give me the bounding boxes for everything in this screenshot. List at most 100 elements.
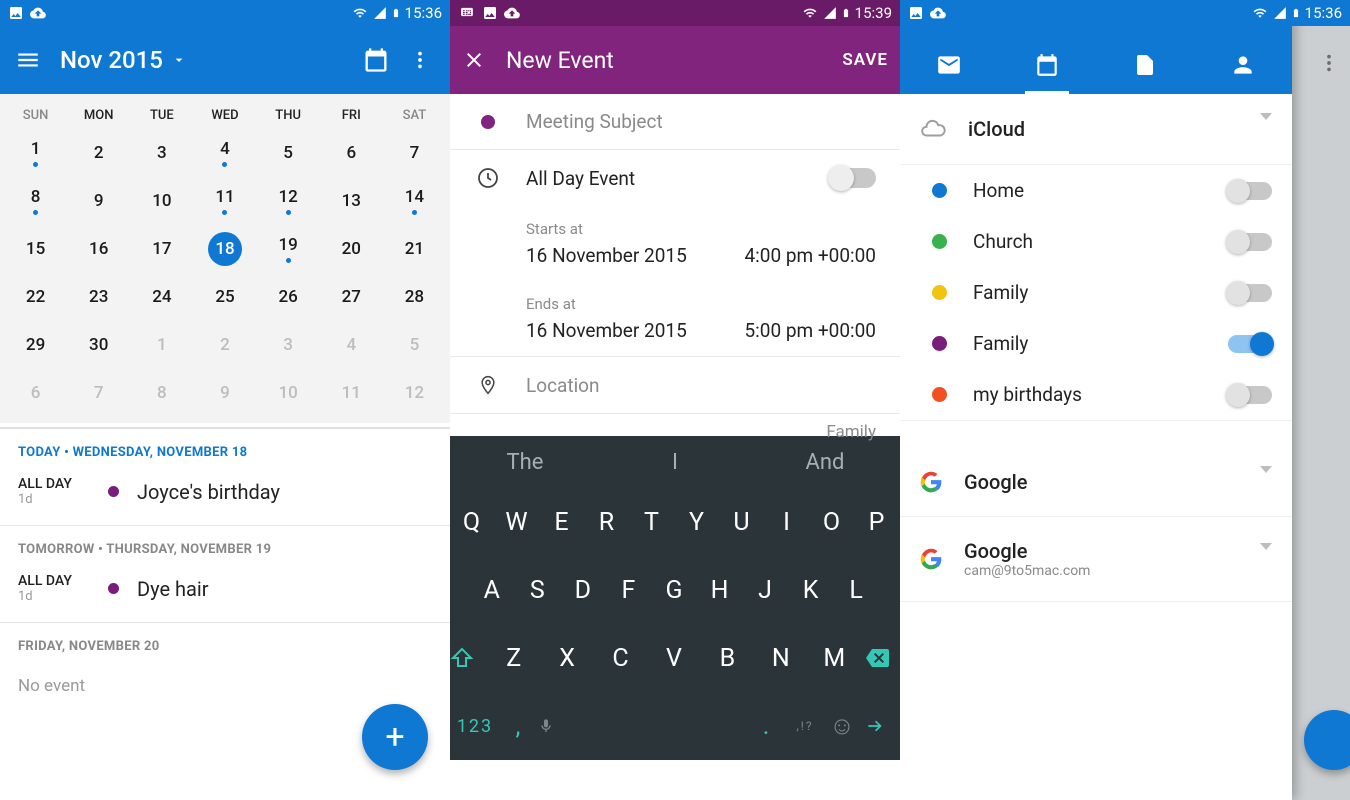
emoji-key[interactable]: ☺ (824, 712, 862, 741)
calendar-day[interactable]: 12 (383, 369, 446, 417)
calendar-day[interactable]: 1 (130, 321, 193, 369)
calendar-day[interactable]: 27 (320, 273, 383, 321)
calendar-day[interactable]: 1 (4, 129, 67, 177)
calendar-day[interactable]: 10 (257, 369, 320, 417)
scrim-background[interactable] (1292, 0, 1350, 800)
calendar-day[interactable]: 29 (4, 321, 67, 369)
new-event-fab[interactable] (1304, 710, 1350, 770)
keyboard-key[interactable]: J (747, 576, 785, 605)
calendar-day[interactable]: 28 (383, 273, 446, 321)
keyboard-key[interactable]: C (603, 644, 641, 673)
enter-key[interactable] (862, 716, 900, 736)
keyboard-suggestion[interactable]: I (600, 450, 750, 475)
calendar-day[interactable]: 21 (383, 225, 446, 273)
calendar-day[interactable]: 2 (67, 129, 130, 177)
calendar-toggle[interactable] (1228, 335, 1272, 353)
keyboard-key[interactable]: F (610, 576, 648, 605)
keyboard-key[interactable]: S (519, 576, 557, 605)
keyboard[interactable]: TheIAnd QWERTYUIOP ASDFGHJKL ZXCVBNM 123… (450, 436, 900, 760)
tab-calendar[interactable]: 18 (1007, 52, 1087, 94)
calendar-day[interactable]: 11 (193, 177, 256, 225)
calendar-day[interactable]: 3 (257, 321, 320, 369)
account-header[interactable]: Google (900, 448, 1292, 517)
period-key[interactable]: . (748, 712, 786, 741)
subject-field[interactable]: Meeting Subject (450, 94, 900, 150)
calendar-day[interactable]: 5 (257, 129, 320, 177)
calendar-day[interactable]: 7 (67, 369, 130, 417)
calendar-day[interactable]: 13 (320, 177, 383, 225)
location-field[interactable]: Location (450, 357, 900, 414)
calendar-day[interactable]: 10 (130, 177, 193, 225)
keyboard-key[interactable]: B (709, 644, 747, 673)
end-time-row[interactable]: Ends at 16 November 2015 5:00 pm +00:00 (450, 295, 900, 356)
keyboard-row[interactable]: 123 , . ,!? ☺ (450, 692, 900, 760)
keyboard-key[interactable]: H (702, 576, 740, 605)
tab-mail[interactable] (909, 52, 989, 94)
calendar-day[interactable]: 11 (320, 369, 383, 417)
calendar-toggle[interactable] (1228, 233, 1272, 251)
calendar-day[interactable]: 20 (320, 225, 383, 273)
agenda-event[interactable]: ALL DAY 1d Joyce's birthday (0, 470, 450, 525)
shift-key[interactable] (450, 646, 488, 670)
keyboard-row[interactable]: QWERTYUIOP (450, 488, 900, 556)
calendar-day[interactable]: 3 (130, 129, 193, 177)
calendar-day[interactable]: 15 (4, 225, 67, 273)
calendar-day[interactable]: 22 (4, 273, 67, 321)
calendar-day[interactable]: 6 (320, 129, 383, 177)
calendar-day[interactable]: 6 (4, 369, 67, 417)
calendar-day[interactable]: 17 (130, 225, 193, 273)
start-time-row[interactable]: Starts at 16 November 2015 4:00 pm +00:0… (450, 220, 900, 281)
calendar-day[interactable]: 14 (383, 177, 446, 225)
save-button[interactable]: SAVE (842, 50, 888, 70)
calendar-grid[interactable]: 1234567891011121314151617181920212223242… (0, 129, 450, 423)
keyboard-key[interactable]: M (816, 644, 854, 673)
account-header[interactable]: Googlecam@9to5mac.com (900, 517, 1292, 602)
keyboard-row[interactable]: ZXCVBNM (450, 624, 900, 692)
calendar-day[interactable]: 5 (383, 321, 446, 369)
keyboard-suggestions[interactable]: TheIAnd (450, 436, 900, 488)
keyboard-row[interactable]: ASDFGHJKL (450, 556, 900, 624)
menu-icon[interactable] (8, 47, 48, 73)
calendar-day[interactable]: 7 (383, 129, 446, 177)
keyboard-key[interactable]: D (565, 576, 603, 605)
mic-key[interactable] (538, 716, 576, 736)
keyboard-key[interactable]: R (589, 508, 627, 537)
tab-people[interactable] (1203, 52, 1283, 94)
overflow-menu-icon[interactable] (1318, 52, 1340, 74)
calendar-field-peek[interactable]: Family (450, 422, 900, 436)
keyboard-key[interactable]: T (634, 508, 672, 537)
calendar-day[interactable]: 4 (320, 321, 383, 369)
keyboard-key[interactable]: V (656, 644, 694, 673)
keyboard-key[interactable]: Y (679, 508, 717, 537)
keyboard-key[interactable]: X (549, 644, 587, 673)
keyboard-key[interactable]: O (814, 508, 852, 537)
comma-key[interactable]: , (500, 712, 538, 741)
calendar-day[interactable]: 2 (193, 321, 256, 369)
today-button[interactable]: 18 (354, 46, 398, 74)
keyboard-key[interactable]: A (474, 576, 512, 605)
calendar-day[interactable]: 16 (67, 225, 130, 273)
month-picker[interactable]: Nov 2015 (60, 46, 187, 74)
overflow-menu-icon[interactable] (398, 49, 442, 71)
keyboard-key[interactable]: U (724, 508, 762, 537)
calendar-day[interactable]: 9 (67, 177, 130, 225)
calendar-toggle[interactable] (1228, 284, 1272, 302)
all-day-toggle[interactable] (830, 168, 876, 188)
keyboard-key[interactable]: Q (454, 508, 492, 537)
calendar-day[interactable]: 26 (257, 273, 320, 321)
account-header[interactable]: iCloud (900, 94, 1292, 165)
tab-files[interactable] (1105, 52, 1185, 94)
backspace-key[interactable] (862, 646, 900, 670)
keyboard-suggestion[interactable]: The (450, 450, 600, 475)
calendar-day[interactable]: 24 (130, 273, 193, 321)
calendar-toggle[interactable] (1228, 182, 1272, 200)
calendar-day[interactable]: 12 (257, 177, 320, 225)
calendar-day[interactable]: 25 (193, 273, 256, 321)
agenda-event[interactable]: ALL DAY 1d Dye hair (0, 567, 450, 622)
keyboard-key[interactable]: N (763, 644, 801, 673)
numeric-key[interactable]: 123 (450, 716, 500, 737)
keyboard-key[interactable]: L (838, 576, 876, 605)
close-icon[interactable] (462, 48, 486, 72)
calendar-day[interactable]: 18 (193, 225, 256, 273)
keyboard-key[interactable]: K (793, 576, 831, 605)
